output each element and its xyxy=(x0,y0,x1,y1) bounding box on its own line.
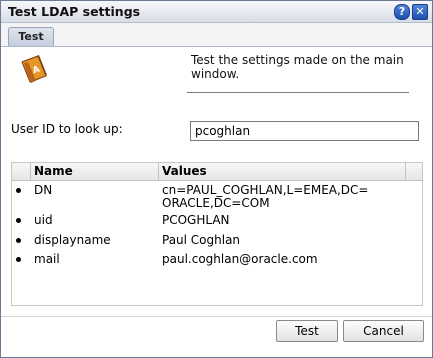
row-value: PCOGHLAN xyxy=(162,213,230,227)
row-value: paul.coghlan@oracle.com xyxy=(162,252,318,266)
close-icon[interactable]: ✕ xyxy=(412,4,428,20)
row-name: displayname xyxy=(34,233,111,247)
row-bullet xyxy=(16,218,21,223)
row-bullet xyxy=(16,257,21,262)
table-header: Name Values xyxy=(12,163,422,181)
row-bullet xyxy=(16,188,21,193)
row-name: mail xyxy=(34,252,60,266)
user-id-input[interactable] xyxy=(190,121,419,141)
test-button[interactable]: Test xyxy=(276,320,338,342)
column-header-values[interactable]: Values xyxy=(159,163,406,180)
address-book-icon: A xyxy=(21,55,47,83)
row-bullet xyxy=(16,238,21,243)
ldap-dialog: Test LDAP settings ? ✕ Test A Test the s… xyxy=(0,0,433,358)
column-header-name[interactable]: Name xyxy=(31,163,159,180)
row-value: cn=PAUL_COGHLAN,L=EMEA,DC= ORACLE,DC=COM xyxy=(162,183,369,210)
header-filler-cell xyxy=(406,163,422,180)
help-icon[interactable]: ? xyxy=(394,4,410,20)
results-table: Name Values DN cn=PAUL_COGHLAN,L=EMEA,DC… xyxy=(11,162,423,306)
row-value: Paul Coghlan xyxy=(162,233,241,247)
title-bar: Test LDAP settings ? ✕ xyxy=(1,1,432,23)
tab-test[interactable]: Test xyxy=(8,27,54,46)
cancel-button[interactable]: Cancel xyxy=(343,320,424,342)
info-separator xyxy=(187,92,409,93)
window-title: Test LDAP settings xyxy=(8,4,141,19)
user-id-label: User ID to look up: xyxy=(11,122,123,136)
tab-strip: Test xyxy=(1,23,432,47)
row-name: DN xyxy=(34,183,53,197)
button-bar-divider xyxy=(1,316,432,317)
info-description: Test the settings made on the main windo… xyxy=(191,53,404,81)
row-name: uid xyxy=(34,213,53,227)
header-bullet-cell xyxy=(12,163,31,180)
